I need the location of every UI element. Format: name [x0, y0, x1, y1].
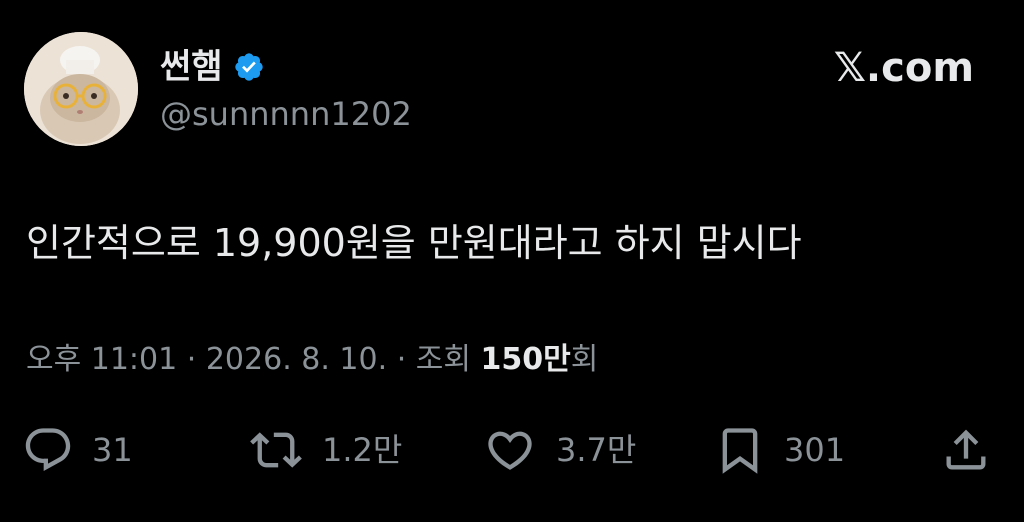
bookmark-button[interactable]: 301	[714, 422, 845, 478]
avatar-image	[24, 32, 138, 146]
meta-separator: ·	[186, 342, 197, 377]
bookmark-count: 301	[784, 431, 846, 469]
retweet-icon	[250, 432, 302, 468]
tweet-meta: 오후 11:01 · 2026. 8. 10. · 조회 150만회	[26, 340, 598, 380]
brand-logo: 𝕏.com	[833, 45, 974, 91]
reply-icon	[25, 428, 71, 472]
retweet-button[interactable]: 1.2만	[248, 422, 402, 478]
tweet-text: 인간적으로 19,900원을 만원대라고 하지 맙시다	[26, 221, 802, 265]
like-count: 3.7만	[556, 431, 637, 469]
action-bar: 31 1.2만 3.7만 301	[0, 422, 1024, 478]
reply-count: 31	[92, 431, 133, 469]
views-suffix: 회	[570, 342, 599, 377]
verified-badge-icon	[234, 53, 263, 81]
retweet-count: 1.2만	[322, 431, 403, 469]
display-name[interactable]: 썬햄	[160, 44, 223, 90]
bookmark-icon	[722, 428, 758, 474]
author-name-row: 썬햄	[160, 44, 265, 90]
share-button[interactable]	[940, 422, 992, 478]
share-icon	[946, 429, 986, 470]
views-prefix: 조회	[415, 342, 471, 377]
meta-separator: ·	[396, 342, 407, 377]
tweet-time[interactable]: 오후 11:01	[26, 342, 177, 377]
views-count[interactable]: 150만	[481, 342, 571, 377]
tweet-date[interactable]: 2026. 8. 10.	[206, 342, 387, 377]
author-handle[interactable]: @sunnnnn1202	[160, 94, 412, 134]
avatar[interactable]	[24, 32, 138, 146]
heart-icon	[488, 431, 532, 470]
reply-button[interactable]: 31	[22, 422, 133, 478]
like-button[interactable]: 3.7만	[482, 422, 636, 478]
